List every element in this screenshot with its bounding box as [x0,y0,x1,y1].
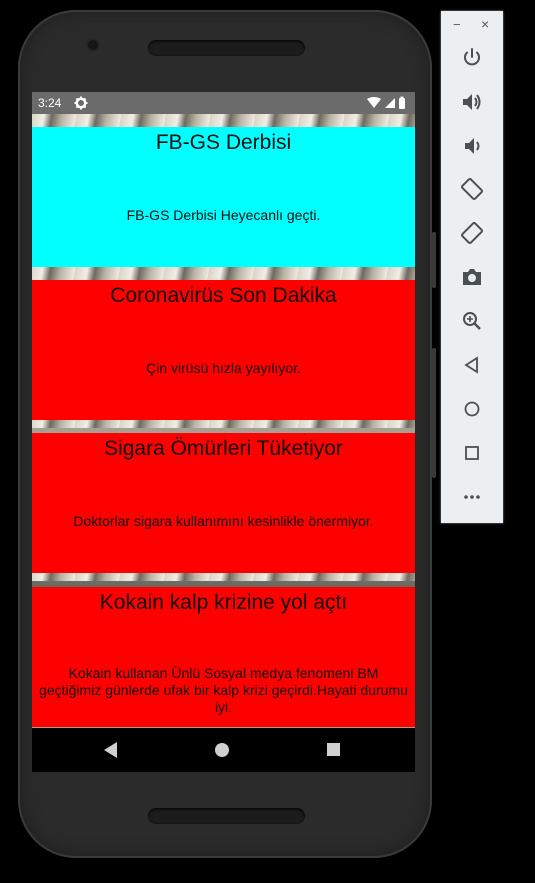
news-title: Coronavirüs Son Dakika [110,284,337,307]
settings-icon [74,96,88,110]
top-speaker [148,40,305,56]
rotate-left-icon[interactable] [460,177,484,201]
news-title: Sigara Ömürleri Tüketiyor [104,437,343,460]
news-title: Kokain kalp krizine yol açtı [99,591,348,614]
wifi-icon [367,97,381,108]
minimize-button[interactable]: − [453,17,461,32]
bottom-speaker [148,808,305,824]
navigation-bar [32,728,415,772]
news-list[interactable]: FB-GS Derbisi FB-GS Derbisi Heyecanlı ge… [32,114,415,728]
close-button[interactable]: × [481,16,489,32]
power-icon[interactable] [460,46,484,70]
home-icon[interactable] [460,397,484,421]
volume-rocker [432,232,436,288]
volume-down-icon[interactable] [460,134,484,158]
status-icons [367,96,405,109]
background-image-strip [32,114,415,128]
status-bar: 3:24 [32,92,415,114]
news-card[interactable]: Coronavirüs Son Dakika Çin virüsü hızla … [32,280,415,420]
news-body: Kokain kullanan Ünlü Sosyal medya fenome… [39,665,408,715]
nav-recents-icon[interactable] [327,743,340,756]
news-card[interactable]: FB-GS Derbisi FB-GS Derbisi Heyecanlı ge… [32,127,415,267]
news-body: Doktorlar sigara kullanımını kesinlikle … [73,513,374,529]
news-card[interactable]: Sigara Ömürleri Tüketiyor Doktorlar siga… [32,433,415,573]
back-icon[interactable] [460,353,484,377]
front-camera [88,40,98,50]
nav-home-icon[interactable] [215,743,229,757]
news-body: Çin virüsü hızla yayılıyor. [146,360,301,376]
more-icon[interactable] [460,485,484,509]
screenshot-icon[interactable] [460,265,484,289]
status-time: 3:24 [38,96,62,110]
power-rocker [432,348,436,478]
device-screen: 3:24 FB-GS Derbisi FB-GS Derbisi Heyecan… [32,92,415,772]
news-title: FB-GS Derbisi [155,131,292,154]
signal-icon [385,98,395,108]
volume-up-icon[interactable] [460,90,484,114]
news-body: FB-GS Derbisi Heyecanlı geçti. [126,207,321,223]
nav-back-icon[interactable] [104,742,118,758]
battery-icon [399,98,405,109]
overview-icon[interactable] [460,441,484,465]
zoom-icon[interactable] [460,309,484,333]
rotate-right-icon[interactable] [460,221,484,245]
news-card[interactable]: Kokain kalp krizine yol açtı Kokain kull… [32,587,415,727]
emulator-toolbar: − × [441,11,503,523]
